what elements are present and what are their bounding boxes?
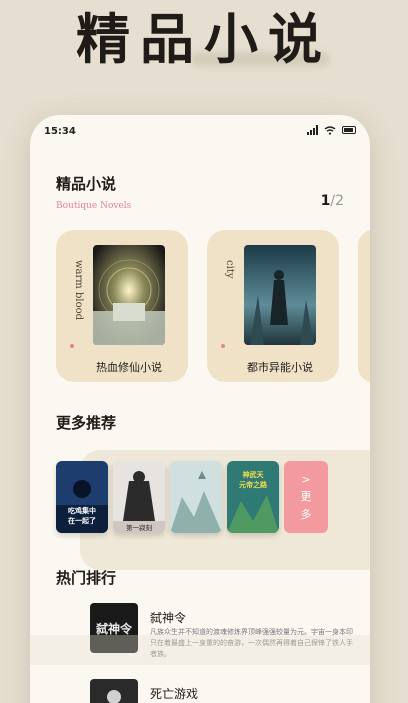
recommend-book-cover[interactable] (170, 461, 222, 533)
card-name: 热血修仙小说 (96, 361, 162, 374)
card-name: 都市异能小说 (247, 361, 313, 374)
recommend-book-cover[interactable]: 吃鸡集中 在一起了 (56, 461, 108, 533)
signal-icon (307, 125, 318, 135)
recommend-book-cover[interactable]: 神武天 元帝之路 (227, 461, 279, 533)
banner-title: 精品小说 (76, 7, 332, 71)
card-dot (70, 344, 74, 348)
status-icons (307, 125, 356, 135)
rank-book-title: 弑神令 (150, 611, 187, 625)
recommend-book-cover[interactable]: 第一寂刻 (113, 461, 165, 533)
svg-text:神武天: 神武天 (243, 470, 265, 479)
card-tag: warm blood (73, 260, 84, 321)
card-tag: city (224, 260, 235, 279)
svg-text:在一起了: 在一起了 (68, 516, 96, 525)
book-cover-image (244, 245, 316, 345)
phone-frame: 15:34 精品小说 Boutique Novels 1/2 warm bloo… (30, 115, 370, 703)
wifi-icon (324, 125, 336, 135)
svg-text:元帝之路: 元帝之路 (239, 480, 268, 489)
page-indicator: 1/2 (320, 193, 344, 209)
rank-book-title: 死亡游戏 (150, 687, 199, 701)
section-title-hot-rank: 热门排行 (56, 569, 119, 588)
svg-text:第一寂刻: 第一寂刻 (126, 523, 152, 532)
section-title-more: 更多推荐 (56, 414, 119, 433)
more-button[interactable]: > 更 多 (284, 461, 328, 533)
status-time: 15:34 (44, 126, 76, 137)
category-card-warm-blood[interactable]: warm blood 热血修仙小说 (56, 230, 188, 382)
book-cover-image (93, 245, 165, 345)
category-card-city[interactable]: city 都市异能小说 (207, 230, 339, 382)
section-title-boutique: 精品小说 (56, 175, 119, 194)
rank-list-item[interactable]: 死亡游戏 (90, 679, 360, 703)
section-subtitle: Boutique Novels (56, 201, 132, 211)
svg-text:弑神令: 弑神令 (95, 621, 133, 636)
svg-text:吃鸡集中: 吃鸡集中 (68, 506, 96, 515)
category-card-partial[interactable] (358, 230, 370, 382)
battery-icon (342, 126, 356, 134)
overlay-fade (30, 635, 370, 665)
rank-book-cover (90, 679, 138, 703)
chevron-right-icon: > (301, 472, 311, 486)
card-dot (221, 344, 225, 348)
